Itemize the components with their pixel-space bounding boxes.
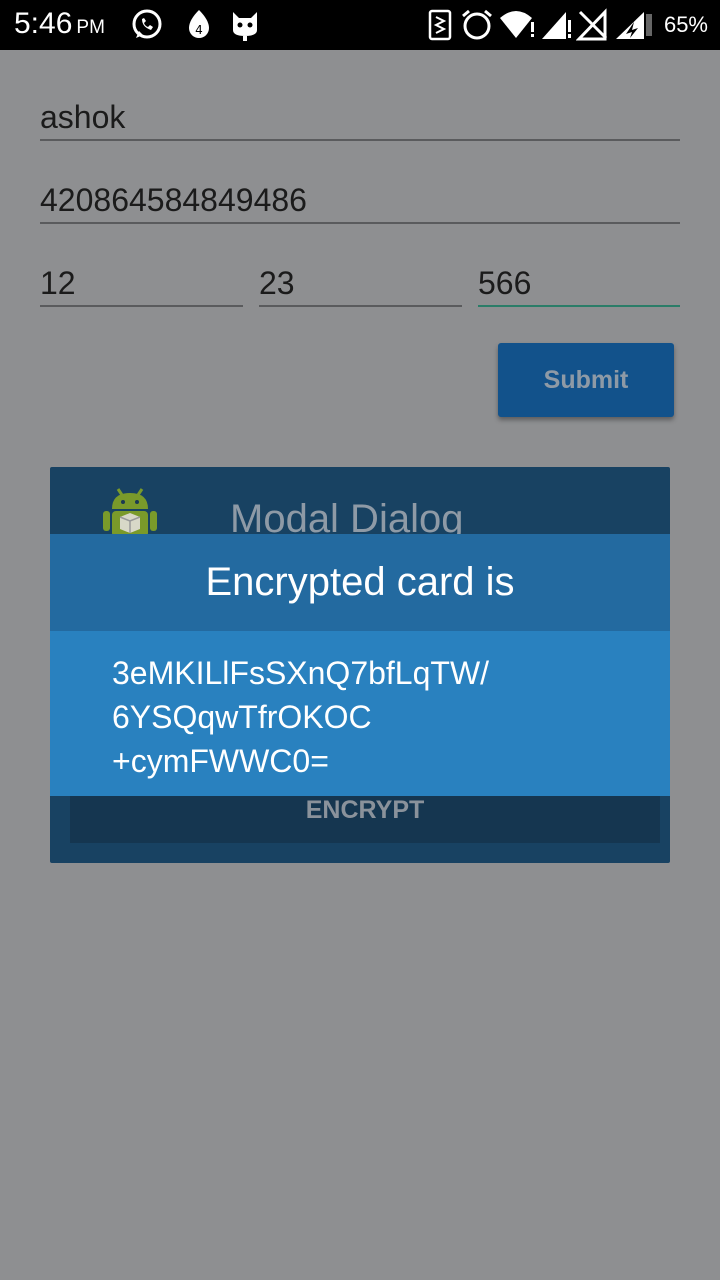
alarm-icon <box>460 8 494 47</box>
wifi-icon <box>498 8 538 47</box>
status-ampm: PM <box>76 17 105 38</box>
encrypted-text-line: 3eMKILlFsSXnQ7bfLqTW/ <box>112 655 490 691</box>
expiry-month-input[interactable]: 12 <box>40 261 243 307</box>
battery-percentage: 65% <box>663 12 708 37</box>
submit-button[interactable]: Submit <box>498 343 674 417</box>
cat-icon <box>230 8 260 47</box>
card-number-input[interactable]: 420864584849486 <box>40 178 680 224</box>
no-signal-icon <box>575 8 610 47</box>
expiry-year-input[interactable]: 23 <box>259 261 462 307</box>
notification-badge-icon: 4 <box>184 8 214 47</box>
status-bar: 5:46 PM 4 65% <box>0 0 720 50</box>
encrypted-text-line: 6YSQqwTfrOKOC <box>112 699 372 735</box>
signal-icon <box>540 8 574 47</box>
notification-badge-count: 4 <box>195 23 203 37</box>
encrypted-card-dialog: Encrypted card is 3eMKILlFsSXnQ7bfLqTW/ … <box>50 534 670 796</box>
vibrate-icon <box>426 8 454 47</box>
status-time: 5:46 PM <box>14 7 105 41</box>
dialog-message: 3eMKILlFsSXnQ7bfLqTW/ 6YSQqwTfrOKOC +cym… <box>50 631 670 796</box>
cvv-input[interactable]: 566 <box>478 261 680 307</box>
dialog-title: Encrypted card is <box>50 534 670 631</box>
battery-icon <box>614 8 654 47</box>
encrypted-text-line: +cymFWWC0= <box>112 743 329 779</box>
name-input[interactable]: ashok <box>40 95 680 141</box>
whatsapp-icon <box>130 8 164 47</box>
status-time-value: 5:46 <box>14 7 73 40</box>
